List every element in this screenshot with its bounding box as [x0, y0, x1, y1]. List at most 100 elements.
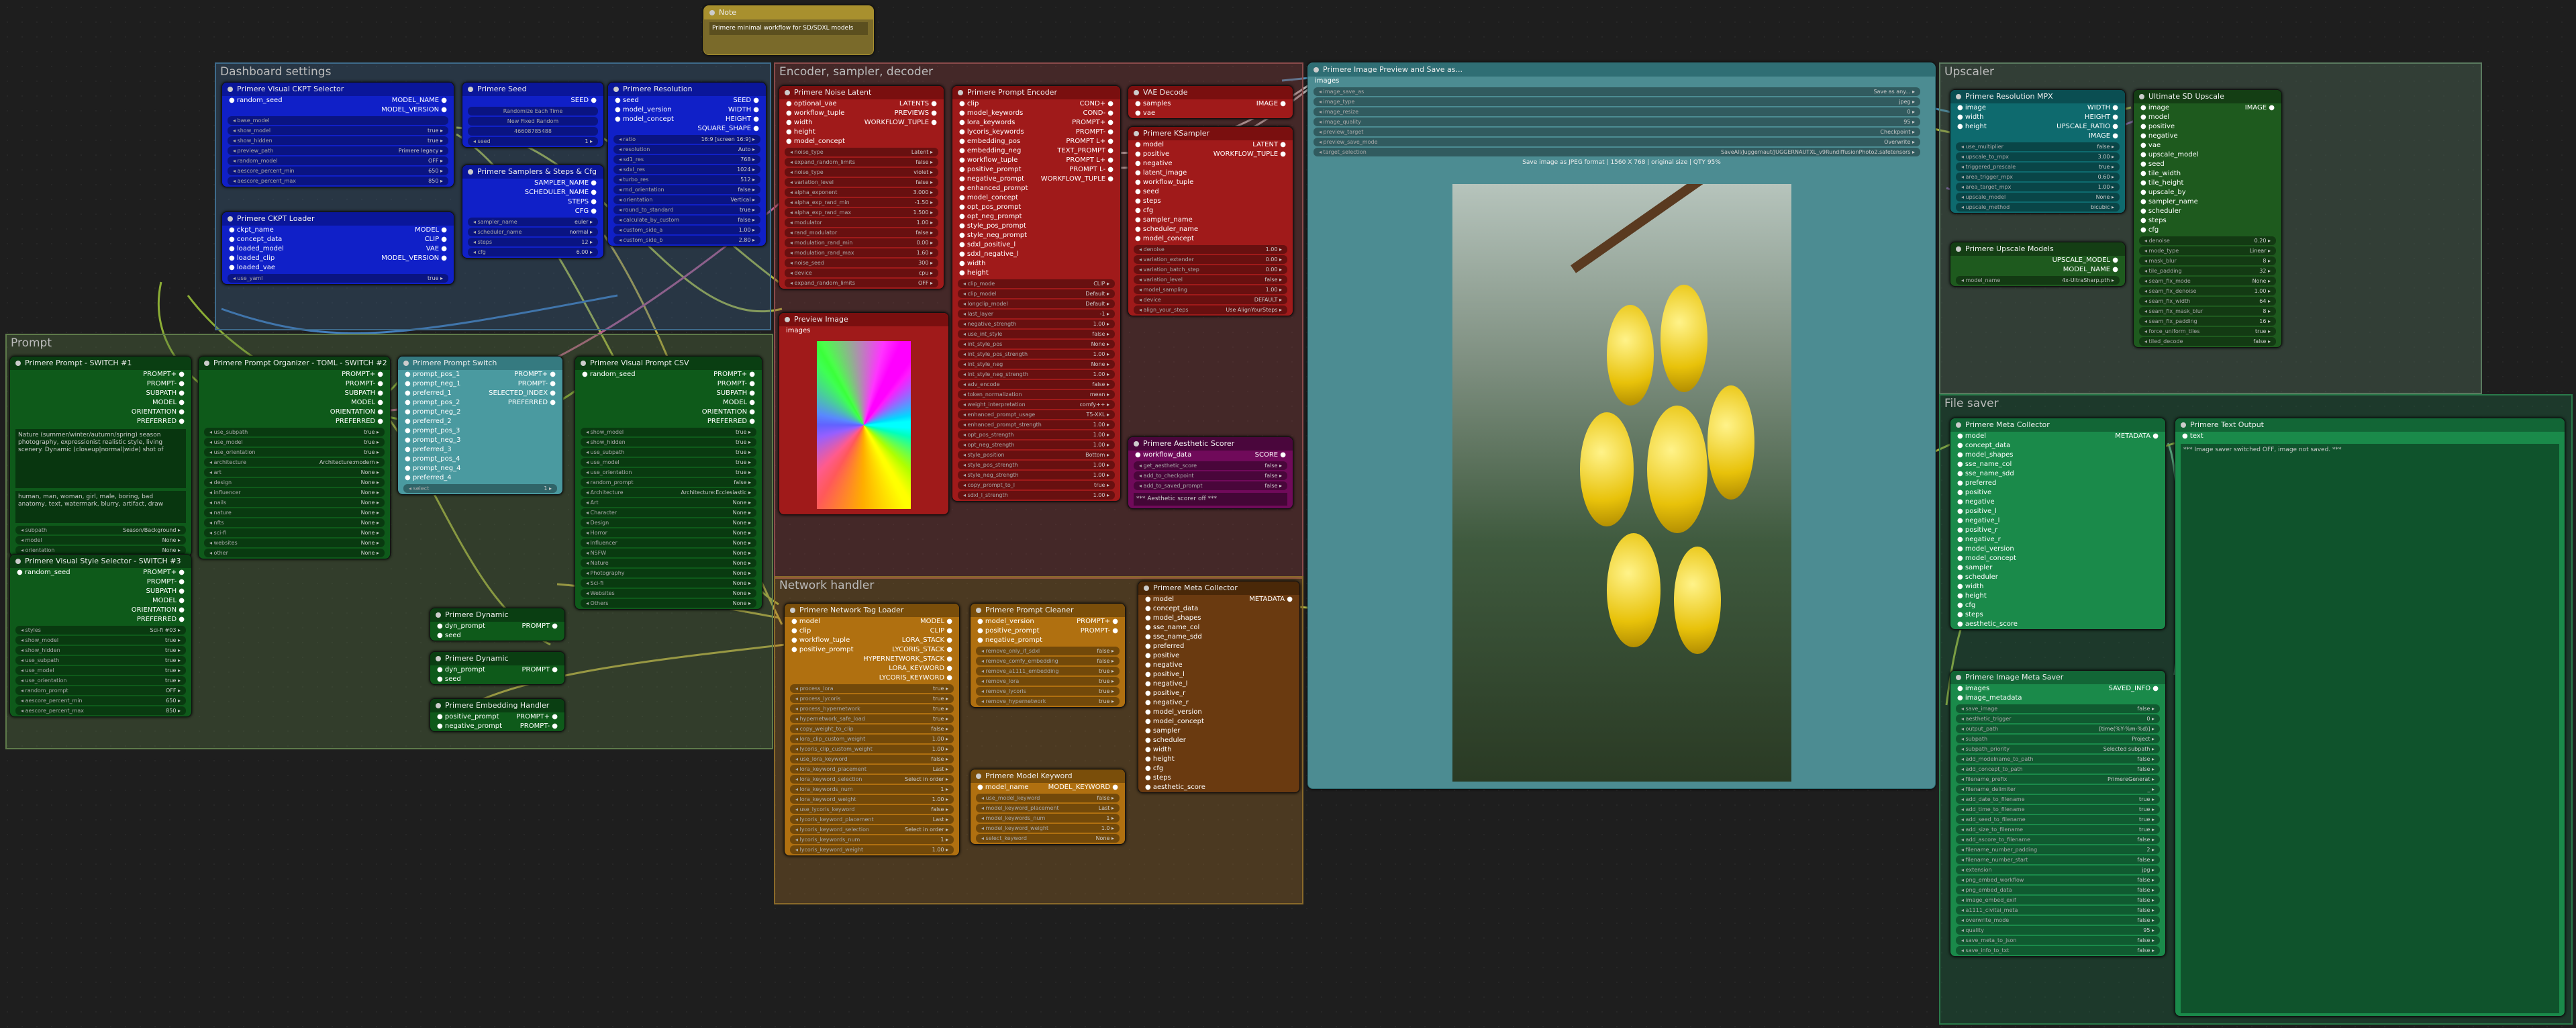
io-row[interactable]: ● preferred_4 — [398, 473, 562, 483]
output-slot-orientation[interactable]: ORIENTATION ● — [132, 408, 185, 417]
widget-show-hidden[interactable]: ◂ show_hidden true ▸ — [15, 646, 186, 655]
io-row[interactable]: ● upscale_model — [2134, 150, 2281, 160]
io-row[interactable]: ● scheduler_name — [1128, 225, 1293, 234]
output-slot-model[interactable]: MODEL ● — [723, 398, 755, 408]
io-row[interactable]: ● random_seed PROMPT+ ● — [10, 568, 191, 577]
widget-modulation-rand-min[interactable]: ◂ modulation_rand_min 0.00 ▸ — [785, 238, 938, 247]
widget-save-meta-to-json[interactable]: ◂ save_meta_to_json false ▸ — [1956, 936, 2160, 945]
widget-area-trigger-mpx[interactable]: ◂ area_trigger_mpx 0.60 ▸ — [1956, 173, 2120, 181]
widget-preview-path[interactable]: ◂ preview_path Primere legacy ▸ — [228, 146, 448, 155]
input-slot-loaded-clip[interactable]: ● loaded_clip — [229, 254, 275, 262]
input-slot-image[interactable]: ● image — [2140, 104, 2169, 111]
widget-image-type[interactable]: ◂ image_type jpeg ▸ — [1314, 97, 1920, 106]
widget-nsfw[interactable]: ◂ NSFW None ▸ — [581, 549, 756, 557]
input-slot-clip[interactable]: ● clip — [791, 627, 811, 635]
widget-variation-level[interactable]: ◂ variation_level false ▸ — [785, 178, 938, 187]
input-slot-negative-prompt[interactable]: ● negative_prompt — [437, 722, 502, 730]
widget-cfg[interactable]: ◂ cfg 6.00 ▸ — [468, 248, 598, 256]
widget-custom-side-a[interactable]: ◂ custom_side_a 1.00 ▸ — [613, 226, 760, 234]
io-row[interactable]: ● opt_pos_prompt — [952, 203, 1120, 212]
io-row[interactable]: ● aesthetic_score — [1138, 783, 1299, 792]
io-row[interactable]: ● workflow_tuple LORA_STACK ● — [785, 636, 959, 645]
input-slot-cfg[interactable]: ● cfg — [1145, 765, 1163, 772]
input-slot-seed[interactable]: ● seed — [615, 97, 639, 104]
input-slot-model[interactable]: ● model — [1135, 141, 1164, 148]
model-keyword-node[interactable]: Primere Model Keyword ● model_name MODEL_K… — [970, 769, 1126, 845]
widget-select-keyword[interactable]: ◂ select_keyword None ▸ — [976, 834, 1120, 843]
widget-weight-interpretation[interactable]: ◂ weight_interpretation comfy++ ▸ — [958, 400, 1115, 409]
io-row[interactable]: ● steps — [1950, 610, 2165, 620]
input-slot-cfg[interactable]: ● cfg — [1135, 207, 1153, 214]
io-row[interactable]: ● positive_r — [1138, 689, 1299, 698]
io-row[interactable]: ● cfg — [1950, 601, 2165, 610]
output-slot-prompt-l-[interactable]: PROMPT L+ ● — [1066, 137, 1113, 146]
input-slot-sse-name-sdd[interactable]: ● sse_name_sdd — [1957, 470, 2014, 477]
input-slot-preferred-3[interactable]: ● preferred_3 — [405, 446, 452, 453]
widget-model-name[interactable]: ◂ model_name 4x-UltraSharp.pth ▸ — [1956, 276, 2120, 285]
input-slot-sampler[interactable]: ● sampler — [1145, 727, 1180, 735]
io-row[interactable]: ● seed — [430, 675, 564, 684]
widget-filename-delimiter[interactable]: ◂ filename_delimiter _ ▸ — [1956, 785, 2160, 794]
input-slot-negative-r[interactable]: ● negative_r — [1957, 536, 2001, 543]
output-slot-model[interactable]: MODEL ● — [920, 617, 952, 626]
input-slot-steps[interactable]: ● steps — [1145, 774, 1171, 782]
seed-button[interactable]: New Fixed Random — [468, 117, 598, 126]
io-row[interactable]: ● lycoris_keywords PROMPT- ● — [952, 128, 1120, 137]
output-slot-text-prompt[interactable]: TEXT_PROMPT ● — [1057, 146, 1113, 156]
widget-add-size-to-filename[interactable]: ◂ add_size_to_filename true ▸ — [1956, 825, 2160, 834]
io-row[interactable]: ● negative_r — [1138, 698, 1299, 708]
input-slot-height[interactable]: ● height — [1957, 123, 1987, 130]
widget-model-sampling[interactable]: ◂ model_sampling 1.00 ▸ — [1134, 285, 1287, 294]
io-row[interactable]: SEED ● — [462, 96, 603, 105]
widget-use-lora-keyword[interactable]: ◂ use_lora_keyword false ▸ — [790, 755, 954, 763]
prompt-encoder-node[interactable]: Primere Prompt Encoder ● clip COND+ ● ● mod… — [952, 85, 1121, 502]
io-row[interactable]: ● model METADATA ● — [1138, 595, 1299, 604]
widget-aescore-percent-min[interactable]: ◂ aescore_percent_min 650 ▸ — [15, 696, 186, 705]
widget-use-subpath[interactable]: ◂ use_subpath true ▸ — [581, 448, 756, 457]
widget-sdxl-res[interactable]: ◂ sdxl_res 1024 ▸ — [613, 165, 760, 174]
upscale-models-node[interactable]: Primere Upscale Models UPSCALE_MODEL ● MOD… — [1950, 242, 2126, 287]
io-row[interactable]: ● positive — [1138, 651, 1299, 661]
dynamic2-node[interactable]: Primere Dynamic ● dyn_prompt PROMPT ● ● see… — [430, 651, 565, 685]
io-row[interactable]: PREFERRED ● — [199, 417, 390, 426]
widget-force-uniform-tiles[interactable]: ◂ force_uniform_tiles true ▸ — [2139, 327, 2276, 336]
positive-prompt-text[interactable]: Nature (summer/winter/autumn/spring) sea… — [15, 429, 186, 488]
widget-tile-padding[interactable]: ◂ tile_padding 32 ▸ — [2139, 267, 2276, 275]
input-slot-opt-pos-prompt[interactable]: ● opt_pos_prompt — [959, 203, 1021, 211]
widget-remove-comfy-embedding[interactable]: ◂ remove_comfy_embedding false ▸ — [976, 657, 1120, 665]
io-row[interactable]: ● prompt_neg_1 PROMPT- ● — [398, 379, 562, 389]
io-row[interactable]: MODEL ● — [199, 398, 390, 408]
widget-aescore-percent-max[interactable]: ◂ aescore_percent_max 850 ▸ — [228, 177, 448, 185]
output-slot-steps[interactable]: STEPS ● — [568, 197, 597, 207]
output-slot-prompt[interactable]: PROMPT ● — [522, 665, 558, 675]
widget-architecture[interactable]: ◂ architecture Architecture:modern ▸ — [204, 458, 385, 467]
output-slot-prompt-[interactable]: PROMPT+ ● — [143, 370, 185, 379]
io-row[interactable]: ● positive_l — [1950, 507, 2165, 516]
output-slot-sampler-name[interactable]: SAMPLER_NAME ● — [534, 179, 597, 188]
io-row[interactable]: ● sdxl_positive_l — [952, 240, 1120, 250]
note-node[interactable]: Note Primere minimal workflow for SD/SDX… — [703, 5, 874, 55]
widget-aescore-percent-max[interactable]: ◂ aescore_percent_max 850 ▸ — [15, 706, 186, 715]
negative-prompt-text[interactable]: human, man, woman, girl, male, boring, b… — [15, 491, 186, 523]
output-slot-image[interactable]: IMAGE ● — [1256, 99, 1286, 109]
input-slot-model-shapes[interactable]: ● model_shapes — [1145, 614, 1201, 622]
io-row[interactable]: ORIENTATION ● — [575, 408, 762, 417]
io-row[interactable]: ● negative_prompt PROMPT- ● — [430, 722, 564, 731]
io-row[interactable]: ● model_version — [1138, 708, 1299, 717]
widget-overwrite-mode[interactable]: ◂ overwrite_mode false ▸ — [1956, 916, 2160, 925]
input-slot-workflow-tuple[interactable]: ● workflow_tuple — [786, 109, 844, 117]
input-slot-preferred-4[interactable]: ● preferred_4 — [405, 474, 452, 481]
widget-show-model[interactable]: ◂ show_model true ▸ — [15, 636, 186, 645]
widget-other[interactable]: ◂ other None ▸ — [204, 549, 385, 557]
input-slot-model-keywords[interactable]: ● model_keywords — [959, 109, 1023, 117]
io-row[interactable]: ● cfg — [1138, 764, 1299, 774]
output-slot-seed[interactable]: SEED ● — [571, 96, 597, 105]
output-slot-width[interactable]: WIDTH ● — [728, 105, 759, 115]
widget-style-neg-strength[interactable]: ◂ style_neg_strength 1.00 ▸ — [958, 471, 1115, 479]
widget-int-style-pos-strength[interactable]: ◂ int_style_pos_strength 1.00 ▸ — [958, 350, 1115, 359]
res-mpx-node[interactable]: Primere Resolution MPX ● image WIDTH ● ● wi… — [1950, 89, 2126, 214]
output-slot-metadata[interactable]: METADATA ● — [2115, 432, 2159, 441]
widget-orientation[interactable]: ◂ orientation Vertical ▸ — [613, 195, 760, 204]
input-slot-negative-prompt[interactable]: ● negative_prompt — [977, 637, 1042, 644]
io-row[interactable]: ● concept_data CLIP ● — [222, 235, 454, 244]
